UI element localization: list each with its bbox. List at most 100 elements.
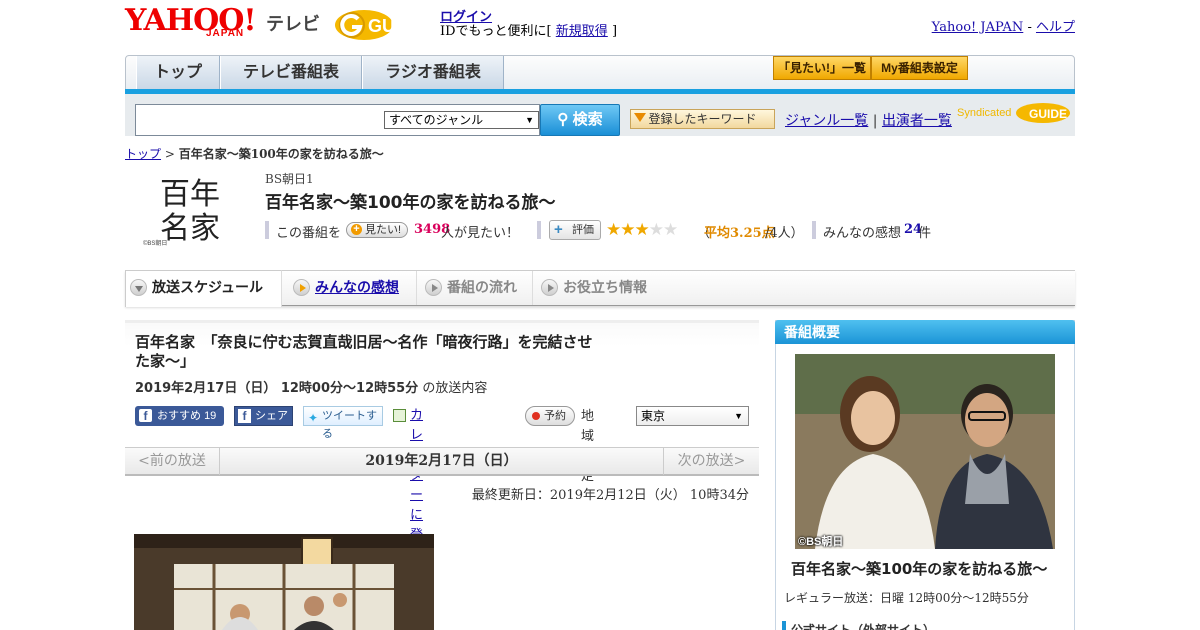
reserve-button[interactable]: 予約 xyxy=(525,406,575,426)
program-logo: 百年 名家 ©BS朝日 xyxy=(140,170,242,247)
tv-label[interactable]: テレビ xyxy=(266,10,320,36)
chevron-down-icon xyxy=(130,279,147,296)
play-arrow-icon xyxy=(541,279,558,296)
signup-link[interactable]: 新規取得 xyxy=(556,24,608,39)
star-filled-icon: ★ xyxy=(634,220,650,240)
program-title: 百年名家～築100年の家を訪ねる旅～ xyxy=(265,193,556,213)
impressions-label: みんなの感想 xyxy=(823,226,902,241)
mitai-prefix: この番組を xyxy=(276,226,342,241)
login-sub-suffix: ] xyxy=(611,24,618,39)
top-links: Yahoo! JAPAN - ヘルプ xyxy=(932,16,1075,35)
genre-select[interactable]: すべてのジャンル ▼ xyxy=(384,111,539,129)
star-empty-icon: ★ xyxy=(663,220,678,240)
photo-copyright: ©BS朝日 xyxy=(798,536,844,548)
region-select[interactable]: 東京 ▼ xyxy=(636,406,749,426)
svg-text:©BS朝日: ©BS朝日 xyxy=(143,239,167,247)
nav-tab-tv-listings[interactable]: テレビ番組表 xyxy=(220,56,362,90)
login-sub-prefix: IDでもっと便利に[ xyxy=(440,24,552,39)
login-subtext: IDでもっと便利に[ 新規取得 ] xyxy=(440,20,617,39)
svg-text:名家: 名家 xyxy=(160,211,220,246)
sidebar-heading: 番組概要 xyxy=(775,320,1075,344)
mitai-suffix: 人が見たい！ xyxy=(441,226,520,241)
svg-text:GUIDE: GUIDE xyxy=(1029,107,1067,121)
syndicated-gguide-logo: Syndicated GUIDE xyxy=(957,102,1073,124)
list-link-separator: | xyxy=(872,113,878,129)
my-bangumi-button[interactable]: My番組表設定 xyxy=(871,56,968,80)
twitter-bird-icon: ✦ xyxy=(308,411,319,425)
tab-useful-info[interactable]: お役立ち情報 xyxy=(537,271,667,305)
rate-button-label: 評価 xyxy=(572,224,594,236)
next-broadcast-link[interactable]: 次の放送> xyxy=(663,448,759,475)
rating-stars: ★★★★★ xyxy=(606,220,678,240)
tab-schedule[interactable]: 放送スケジュール xyxy=(125,270,282,307)
tweet-button[interactable]: ✦ ツイートする xyxy=(303,406,383,440)
tab-program-flow[interactable]: 番組の流れ xyxy=(421,271,533,305)
yahoo-japan-link[interactable]: Yahoo! JAPAN xyxy=(932,20,1024,35)
prev-broadcast-link[interactable]: <前の放送 xyxy=(125,448,220,475)
tab-label: 放送スケジュール xyxy=(152,279,264,295)
search-icon: ⚲ xyxy=(557,111,569,128)
channel-name: BS朝日1 xyxy=(265,172,314,186)
regular-broadcast-info: レギュラー放送：日曜 12時00分～12時55分 xyxy=(784,591,1029,605)
program-photo xyxy=(795,354,1055,549)
stat-separator xyxy=(537,221,541,239)
stat-separator xyxy=(265,221,269,239)
nav-tab-radio-listings[interactable]: ラジオ番組表 xyxy=(362,56,504,90)
dropdown-arrow-icon: ▼ xyxy=(525,115,534,125)
genre-select-value: すべてのジャンル xyxy=(389,113,484,127)
registered-keyword-label: 登録したキーワード xyxy=(648,112,757,126)
help-link[interactable]: ヘルプ xyxy=(1036,20,1075,35)
rate-button[interactable]: + 評価 xyxy=(549,220,601,240)
stat-separator xyxy=(812,221,816,239)
plus-icon: + xyxy=(351,224,362,235)
episode-title: 百年名家 「奈良に佇む志賀直哉旧居～名作「暗夜行路」を完結させた家～」 xyxy=(135,333,593,370)
syndicated-label: Syndicated xyxy=(957,106,1012,119)
breadcrumb-separator: > xyxy=(164,147,175,161)
plus-icon: + xyxy=(554,221,563,238)
sidebar-program-title: 百年名家～築100年の家を訪ねる旅～ xyxy=(791,560,1048,578)
mitai-button-label: 見たい! xyxy=(365,224,402,236)
list-links: ジャンル一覧 | 出演者一覧 xyxy=(785,110,952,130)
play-arrow-icon xyxy=(425,279,442,296)
star-empty-icon: ★ xyxy=(648,220,664,240)
breadcrumb-top[interactable]: トップ xyxy=(125,147,161,161)
tab-impressions[interactable]: みんなの感想 xyxy=(289,271,417,305)
reserve-label: 予約 xyxy=(544,410,566,422)
record-dot-icon xyxy=(532,412,540,420)
facebook-icon: f xyxy=(238,409,251,423)
calendar-icon xyxy=(393,409,406,422)
episode-date-bold: 2019年2月17日（日） 12時00分～12時55分 xyxy=(135,381,419,396)
genre-list-link[interactable]: ジャンル一覧 xyxy=(785,113,868,129)
dropdown-arrow-icon: ▼ xyxy=(734,411,743,421)
svg-text:百年: 百年 xyxy=(160,177,220,212)
performer-list-link[interactable]: 出演者一覧 xyxy=(882,113,952,129)
program-stats: この番組を + 見たい! 3498 人が見たい！ + 評価 ★★★★★ （ 平均… xyxy=(265,220,1045,242)
yahoo-japan-label: JAPAN xyxy=(206,28,245,39)
mitai-button[interactable]: + 見たい! xyxy=(346,222,409,238)
facebook-recommend-button[interactable]: f おすすめ 19 xyxy=(135,406,224,426)
svg-text:GUIDE: GUIDE xyxy=(368,16,425,36)
breadcrumb: トップ > 百年名家～築100年の家を訪ねる旅～ xyxy=(125,145,384,162)
nav-tab-top[interactable]: トップ xyxy=(136,56,220,90)
facebook-share-label: シェア xyxy=(255,410,288,422)
play-arrow-icon xyxy=(293,279,310,296)
search-button-label: 検索 xyxy=(572,111,603,128)
rating-users: /4人） xyxy=(765,226,804,241)
facebook-recommend-count: 19 xyxy=(204,410,217,422)
gguide-logo[interactable]: GUIDE xyxy=(334,8,432,42)
impressions-unit: 件 xyxy=(918,226,932,241)
tab-label: 番組の流れ xyxy=(447,279,517,295)
top-link-separator: - xyxy=(1027,20,1032,35)
search-button[interactable]: ⚲ 検索 xyxy=(540,104,620,136)
region-select-value: 東京 xyxy=(641,409,666,423)
facebook-share-button[interactable]: f シェア xyxy=(234,406,293,426)
facebook-icon: f xyxy=(139,409,152,423)
tab-label: みんなの感想 xyxy=(315,279,399,295)
tab-label: お役立ち情報 xyxy=(563,279,647,295)
official-site-heading[interactable]: 公式サイト（外部サイト） xyxy=(782,621,935,630)
down-arrow-icon xyxy=(634,113,646,122)
registered-keyword-button[interactable]: 登録したキーワード xyxy=(630,109,775,129)
mitai-list-button[interactable]: 「見たい!」一覧 xyxy=(773,56,871,80)
last-updated: 最終更新日：2019年2月12日（火） 10時34分 xyxy=(471,488,749,503)
program-tabs: 放送スケジュール みんなの感想 番組の流れ お役立ち情報 xyxy=(125,270,1075,307)
